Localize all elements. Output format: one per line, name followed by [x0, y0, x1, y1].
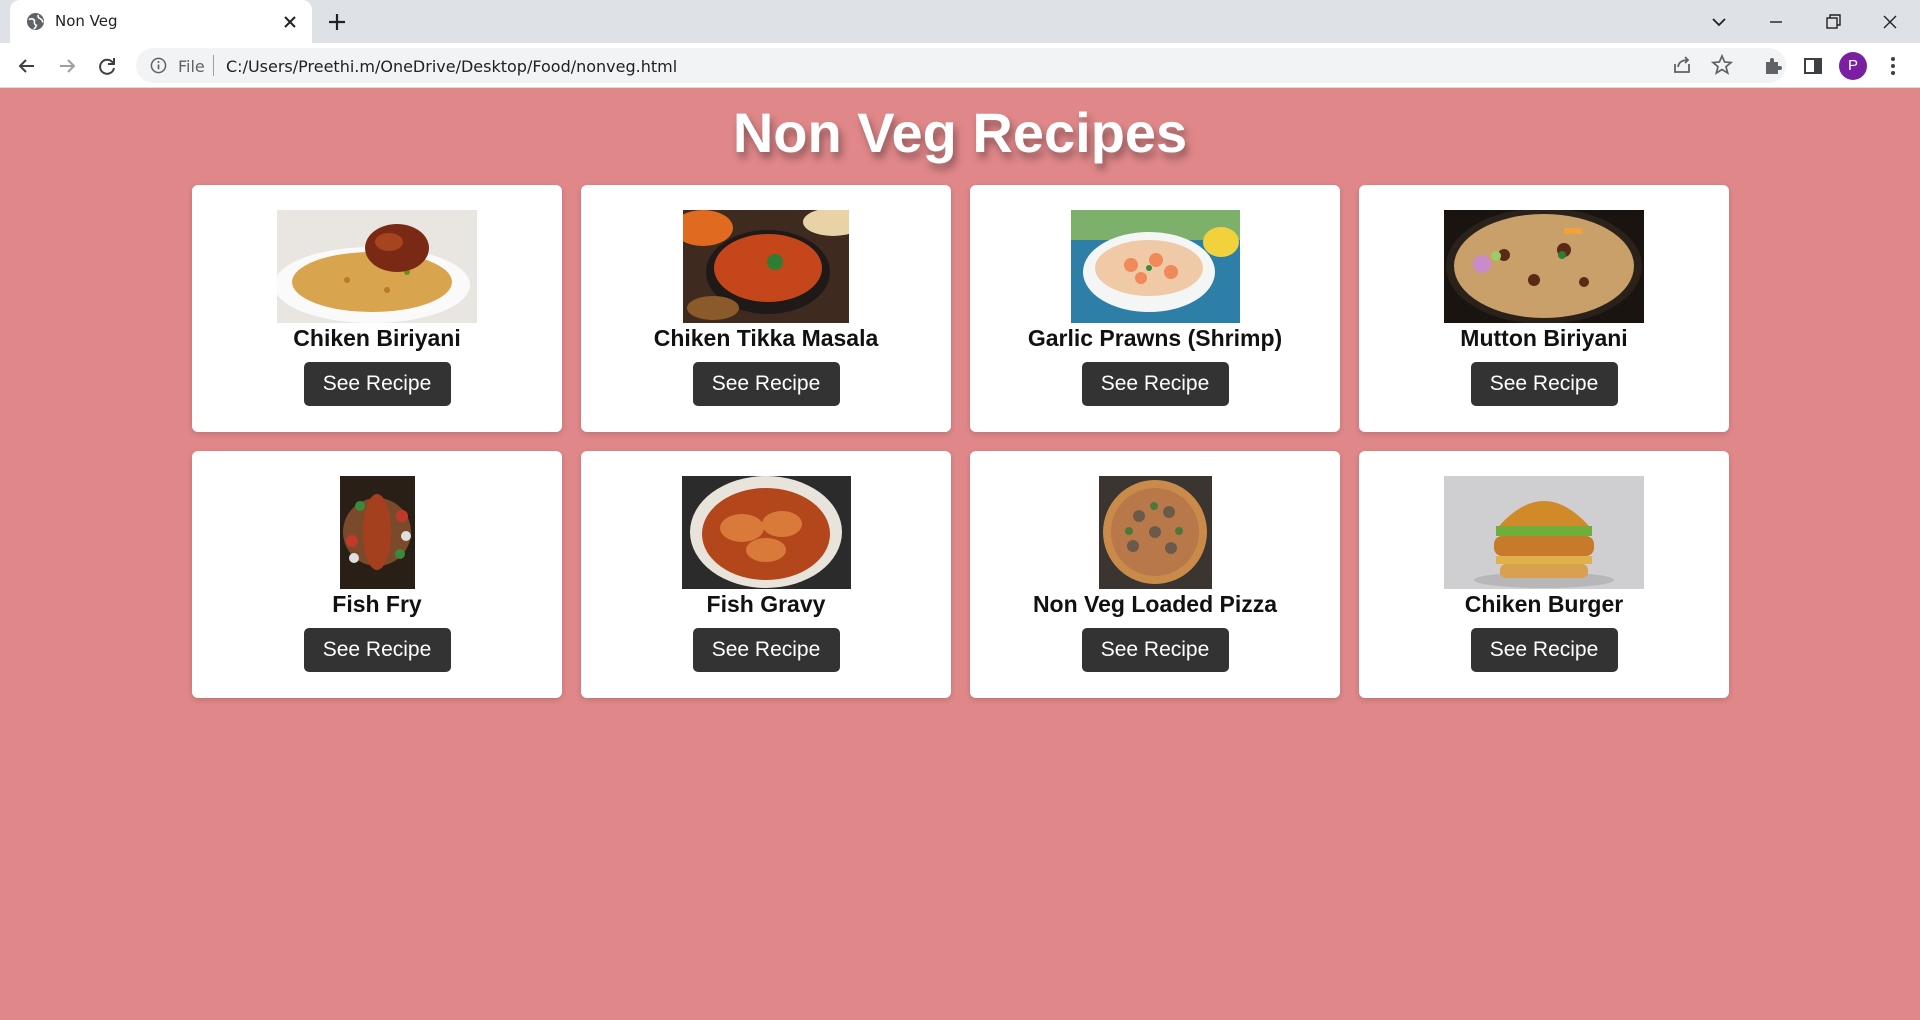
page-title: Non Veg Recipes [732, 101, 1188, 164]
extensions-puzzle-icon[interactable] [1760, 53, 1786, 79]
bookmark-star-icon[interactable] [1709, 52, 1735, 78]
reload-icon[interactable] [93, 52, 121, 80]
omnibox-divider [213, 55, 214, 76]
see-recipe-button[interactable]: See Recipe [692, 362, 840, 406]
chicken-burger-image [1444, 476, 1644, 589]
restore-icon[interactable] [1819, 8, 1847, 36]
globe-icon [26, 12, 45, 31]
share-icon[interactable] [1669, 52, 1695, 78]
page-content: Non Veg Recipes Chiken Biriyani See Reci… [0, 88, 1920, 1020]
menu-kebab-icon[interactable] [1880, 53, 1906, 79]
close-window-icon[interactable] [1876, 8, 1904, 36]
scheme-label: File [178, 57, 205, 76]
minimize-icon[interactable] [1762, 8, 1790, 36]
recipe-title: Chiken Burger [1464, 591, 1624, 617]
close-tab-icon[interactable] [280, 12, 300, 32]
recipe-title: Mutton Biriyani [1460, 325, 1628, 351]
chicken-biriyani-image [277, 210, 477, 323]
browser-toolbar: File C:/Users/Preethi.m/OneDrive/Desktop… [0, 43, 1920, 88]
tab-search-chevron-icon[interactable] [1705, 8, 1733, 36]
recipe-card: Chiken Tikka Masala See Recipe [581, 185, 951, 432]
see-recipe-button[interactable]: See Recipe [1470, 628, 1618, 672]
see-recipe-button[interactable]: See Recipe [1081, 362, 1229, 406]
side-panel-icon[interactable] [1800, 53, 1826, 79]
see-recipe-button[interactable]: See Recipe [1081, 628, 1229, 672]
recipe-title: Fish Fry [332, 591, 422, 617]
recipe-title: Chiken Tikka Masala [653, 325, 879, 351]
fish-fry-image [339, 476, 415, 589]
see-recipe-button[interactable]: See Recipe [303, 628, 451, 672]
recipe-card: Fish Gravy See Recipe [581, 451, 951, 698]
info-icon[interactable] [150, 57, 167, 74]
tab-strip: Non Veg [0, 0, 1920, 43]
forward-arrow-icon[interactable] [53, 52, 81, 80]
recipe-title: Fish Gravy [706, 591, 826, 617]
profile-avatar[interactable]: P [1839, 52, 1867, 80]
recipe-title: Non Veg Loaded Pizza [1032, 591, 1278, 617]
url-text[interactable]: C:/Users/Preethi.m/OneDrive/Desktop/Food… [226, 57, 677, 76]
see-recipe-button[interactable]: See Recipe [692, 628, 840, 672]
recipe-card: Chiken Burger See Recipe [1359, 451, 1729, 698]
recipe-card: Garlic Prawns (Shrimp) See Recipe [970, 185, 1340, 432]
pizza-image [1098, 476, 1212, 589]
tab-title: Non Veg [55, 12, 118, 30]
back-arrow-icon[interactable] [13, 52, 41, 80]
recipe-card: Chiken Biriyani See Recipe [192, 185, 562, 432]
garlic-prawns-image [1070, 210, 1240, 323]
recipe-card: Fish Fry See Recipe [192, 451, 562, 698]
recipe-title: Garlic Prawns (Shrimp) [1027, 325, 1283, 351]
recipe-grid: Chiken Biriyani See Recipe Chiken Tikka … [192, 185, 1729, 698]
address-bar[interactable]: File C:/Users/Preethi.m/OneDrive/Desktop… [136, 48, 1786, 83]
mutton-biriyani-image [1444, 210, 1644, 323]
recipe-card: Non Veg Loaded Pizza See Recipe [970, 451, 1340, 698]
browser-tab[interactable]: Non Veg [10, 0, 312, 43]
chicken-tikka-masala-image [683, 210, 849, 323]
new-tab-icon[interactable] [325, 10, 349, 34]
recipe-title: Chiken Biriyani [293, 325, 461, 351]
recipe-card: Mutton Biriyani See Recipe [1359, 185, 1729, 432]
fish-gravy-image [681, 476, 851, 589]
see-recipe-button[interactable]: See Recipe [303, 362, 451, 406]
see-recipe-button[interactable]: See Recipe [1470, 362, 1618, 406]
